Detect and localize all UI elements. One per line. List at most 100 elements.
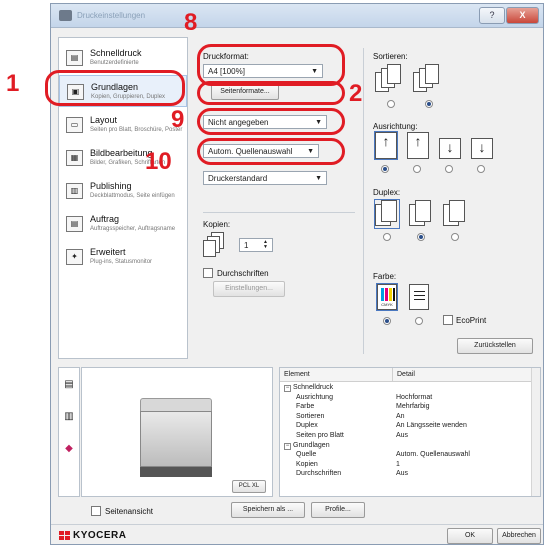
durchschriften-checkbox[interactable] [203,268,213,278]
ok-button[interactable]: OK [447,528,493,544]
advanced-icon: ✦ [66,249,83,265]
table-group-row[interactable]: − Schnelldruck [280,384,532,394]
callout-9: 9 [171,106,185,133]
monochrome-icon[interactable] [409,284,429,310]
durchschriften-label: Durchschriften [217,269,269,278]
duplex-off-icon[interactable] [374,199,400,229]
medientyp-value: Druckerstandard [208,174,268,183]
table-scrollbar[interactable] [531,368,540,496]
orientation-radio-3[interactable] [445,165,453,173]
landscape-icon[interactable]: ↑ [407,132,429,159]
collate-off-radio[interactable] [387,100,395,108]
printer-body [140,411,212,467]
landscape-rotated-icon[interactable]: ↓ [471,138,493,159]
table-row[interactable]: Farbe Mehrfarbig [280,403,532,413]
nav-title: Auftrag [90,214,120,224]
table-row[interactable]: Quelle Autom. Quellenauswahl [280,451,532,461]
ecoprint-label: EcoPrint [456,316,487,325]
nav-title: Erweitert [90,247,126,257]
color-view-tab-icon[interactable]: ◆ [63,442,75,456]
collate-off-icon[interactable] [375,64,407,94]
portrait-rotated-icon[interactable]: ↓ [439,138,461,159]
table-row[interactable]: Sortieren An [280,413,532,423]
table-row[interactable]: Durchschriften Aus [280,470,532,480]
kopien-input[interactable]: 1 ▲ ▼ [239,238,273,252]
cmyk-badge: CMYK [381,302,393,307]
help-button[interactable]: ? [479,7,505,24]
seitenansicht-checkbox[interactable] [91,506,101,516]
nav-item-auftrag[interactable]: ▤ Auftrag Auftragsspeicher, Auftragsname [59,208,187,240]
element-cell: Sortieren [296,412,325,420]
printer-image [140,398,212,412]
nav-item-publishing[interactable]: ▥ Publishing Deckblattmodus, Seite einfü… [59,175,187,207]
collapse-icon[interactable]: − [284,385,291,392]
duplex-long-edge-radio[interactable] [417,233,425,241]
close-button[interactable]: X [506,7,539,24]
element-cell: Kopien [296,460,318,468]
color-radio[interactable] [383,317,391,325]
nav-subtitle: Auftragsspeicher, Auftragsname [90,226,176,232]
highlight-druckformat [197,44,345,86]
profile-button[interactable]: Profile... [311,502,365,518]
table-row[interactable]: Duplex An Längsseite wenden [280,422,532,432]
duplex-long-edge-icon[interactable] [409,200,433,228]
zuruecksetzen-button[interactable]: Zurückstellen [457,338,533,354]
ausrichtung-label: Ausrichtung: [373,122,418,131]
stepper-icon[interactable]: ▲ ▼ [263,240,268,250]
duplex-off-radio[interactable] [383,233,391,241]
monochrome-radio[interactable] [415,317,423,325]
collapse-icon[interactable]: − [284,442,291,450]
collate-on-icon[interactable] [413,64,445,94]
portrait-icon[interactable]: ↑ [374,131,398,160]
abbrechen-button[interactable]: Abbrechen [497,528,541,544]
detail-cell: An Längsseite wenden [396,422,467,430]
collate-on-radio[interactable] [425,100,433,108]
einstellungen-button[interactable]: Einstellungen... [213,281,285,297]
nav-title: Bildbearbeitung [90,148,153,158]
element-cell: Ausrichtung [296,393,333,401]
job-icon: ▤ [66,216,83,232]
nav-item-layout[interactable]: ▭ Layout Seiten pro Blatt, Broschüre, Po… [59,109,187,141]
nav-title: Publishing [90,181,132,191]
orientation-radio-2[interactable] [413,165,421,173]
seitenansicht-label: Seitenansicht [105,507,154,516]
duplex-short-edge-icon[interactable] [443,200,467,228]
element-cell: Farbe [296,403,315,411]
quick-print-icon: ▤ [66,50,83,66]
callout-8: 8 [184,9,198,36]
page-view-tab-icon[interactable]: ▥ [63,410,75,424]
kopien-label: Kopien: [203,220,231,229]
publishing-icon: ▥ [66,183,83,199]
duplex-label: Duplex: [373,188,401,197]
detail-cell: Autom. Quellenauswahl [396,451,470,459]
table-row[interactable]: Ausrichtung Hochformat [280,394,532,404]
nav-item-erweitert[interactable]: ✦ Erweitert Plug-ins, Statusmonitor [59,241,187,273]
highlight-quelle [197,138,345,165]
highlight-grundlagen [45,70,185,106]
table-group-row[interactable]: − Grundlagen [280,442,532,452]
speichern-als-button[interactable]: Speichern als ... [231,502,305,518]
callout-10: 10 [145,148,172,175]
printer-view-tab-icon[interactable]: ▤ [63,378,75,392]
orientation-radio-4[interactable] [477,165,485,173]
detail-cell: Aus [396,470,409,478]
printer-icon [59,10,72,21]
orientation-radio-1[interactable] [381,165,389,173]
duplex-short-edge-radio[interactable] [451,233,459,241]
divider [363,48,364,354]
table-row[interactable]: Seiten pro Blatt Aus [280,432,532,442]
callout-1: 1 [6,70,20,97]
nav-subtitle: Benutzerdefinierte [90,60,139,66]
detail-cell: Aus [396,432,409,439]
nav-title: Schnelldruck [90,48,142,58]
element-cell: Duplex [296,422,318,430]
column-header-detail: Detail [392,368,534,382]
ecoprint-checkbox[interactable] [443,315,453,325]
highlight-seitenformate [197,81,345,105]
kyocera-brand: KYOCERA [73,530,127,541]
table-row[interactable]: Kopien 1 [280,461,532,471]
medientyp-select[interactable]: Druckerstandard ▼ [203,171,327,185]
kyocera-logo [59,531,71,541]
settings-summary-table: Element Detail − Schnelldruck Ausrichtung H… [279,367,541,497]
color-mode-icon[interactable]: CMYK [376,283,398,311]
